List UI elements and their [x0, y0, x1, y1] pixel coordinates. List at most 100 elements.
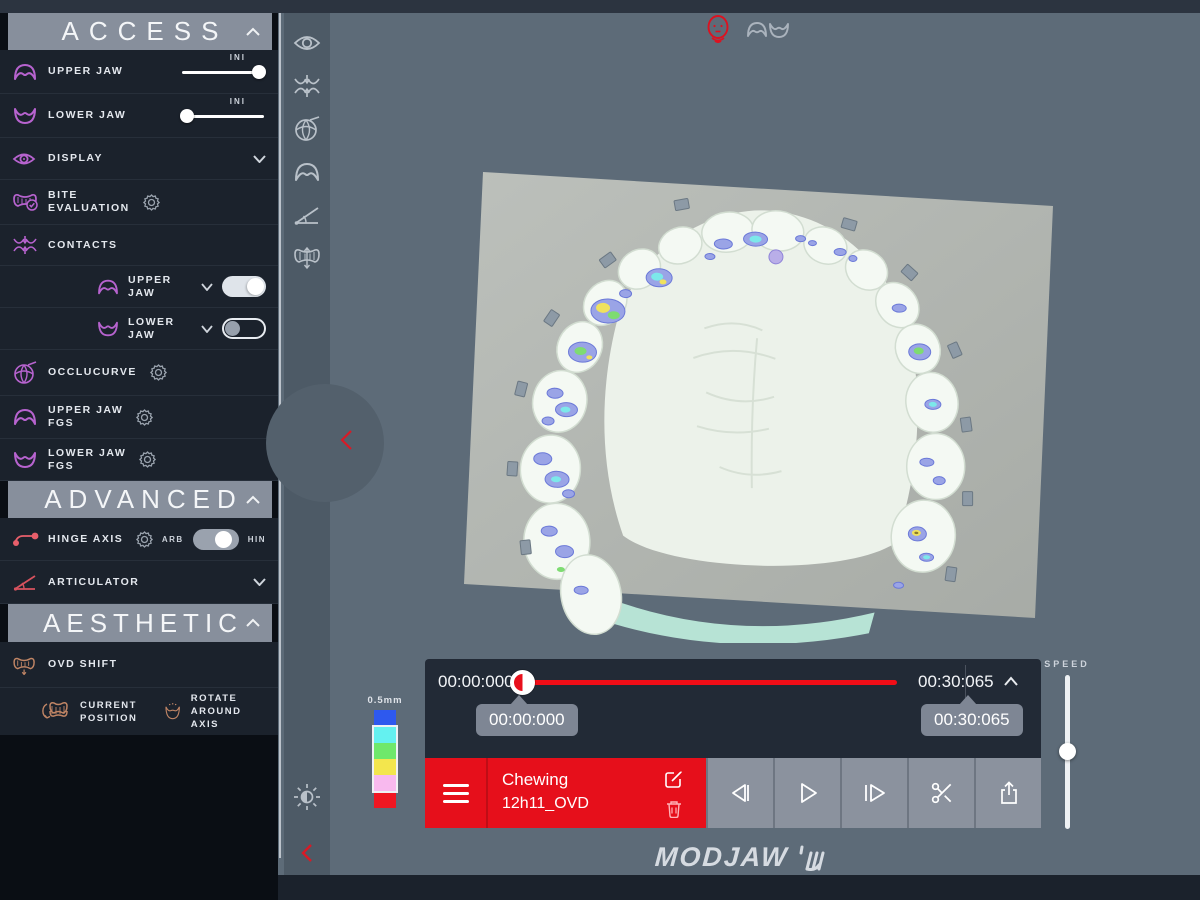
- row-display[interactable]: DISPLAY: [0, 138, 278, 180]
- ovd-jaw-icon: [292, 245, 322, 271]
- row-contacts[interactable]: CONTACTS: [0, 225, 278, 266]
- contacts-upper-toggle[interactable]: [222, 276, 266, 297]
- occlucurve-tool-button[interactable]: [284, 107, 330, 150]
- timeline-track[interactable]: [525, 680, 897, 685]
- hamburger-icon: [443, 784, 469, 787]
- brightness-icon: [292, 782, 322, 812]
- play-button[interactable]: [773, 758, 840, 828]
- chevron-down-icon[interactable]: [253, 155, 266, 163]
- slider-knob[interactable]: [252, 65, 266, 79]
- clip-menu-button[interactable]: [425, 758, 488, 828]
- legend-color-block: [374, 710, 396, 725]
- row-upper-jaw-opacity[interactable]: UPPER JAW INI: [0, 50, 278, 94]
- row-lower-jaw-opacity[interactable]: LOWER JAW INI: [0, 94, 278, 138]
- timeline-playhead[interactable]: [510, 670, 535, 695]
- timeline-end-time: 00:30:065: [918, 672, 994, 692]
- row-contacts-lower[interactable]: LOWER JAW: [0, 308, 278, 350]
- row-ovd-shift[interactable]: OVD SHIFT: [0, 642, 278, 688]
- row-upper-jaw-fgs[interactable]: UPPER JAWFGS: [0, 396, 278, 439]
- contacts-lower-toggle[interactable]: [222, 318, 266, 339]
- articulator-icon: [12, 572, 48, 592]
- contacts-tool-button[interactable]: [284, 64, 330, 107]
- contacts-icon: [12, 234, 48, 256]
- gear-icon[interactable]: [149, 363, 168, 382]
- collapse-sidebar-button[interactable]: [340, 429, 353, 451]
- upper-jaw-icon: [292, 160, 322, 184]
- row-occlucurve[interactable]: OCCLUCURVE: [0, 350, 278, 396]
- chevron-down-icon[interactable]: [201, 325, 213, 333]
- clip-name: Chewing: [502, 770, 642, 790]
- speed-slider-knob[interactable]: [1059, 743, 1076, 760]
- gear-icon[interactable]: [142, 193, 161, 212]
- display-eye-icon: [12, 151, 48, 167]
- slider-ini-tag: INI: [230, 97, 246, 106]
- delete-clip-button[interactable]: [666, 800, 682, 818]
- articulator-tool-button[interactable]: [284, 193, 330, 236]
- occlucurve-icon: [12, 361, 48, 385]
- collapse-toolbar-button[interactable]: [284, 831, 330, 874]
- brightness-button[interactable]: [284, 775, 330, 818]
- toggle-handle: [225, 321, 240, 336]
- step-backward-button[interactable]: [706, 758, 773, 828]
- jaw-pair-icon: [746, 19, 790, 41]
- contacts-icon: [292, 73, 322, 99]
- contacts-upper-label: UPPER JAW: [128, 274, 201, 300]
- hinge-axis-toggle[interactable]: [193, 529, 239, 550]
- jaw-pair-button[interactable]: [746, 19, 790, 41]
- lower-jaw-label: LOWER JAW: [48, 109, 126, 122]
- chevron-up-icon[interactable]: [246, 495, 260, 504]
- lower-jaw-icon: [12, 450, 48, 470]
- export-button[interactable]: [974, 758, 1041, 828]
- chevron-down-icon[interactable]: [253, 578, 266, 586]
- step-forward-icon: [861, 781, 889, 805]
- section-header-aesthetic[interactable]: AESTHETIC: [8, 604, 272, 642]
- rotate-around-axis-button[interactable]: ROTATE AROUNDAXIS: [163, 692, 266, 731]
- hinge-arb-label: ARB: [162, 535, 184, 544]
- slider-knob[interactable]: [180, 109, 194, 123]
- section-header-access[interactable]: ACCESS: [8, 13, 272, 50]
- bottom-strip: [278, 875, 1200, 900]
- start-time-tooltip: 00:00:000: [476, 704, 578, 736]
- current-position-label: CURRENTPOSITION: [80, 699, 137, 725]
- contacts-label: CONTACTS: [48, 239, 118, 252]
- upper-jaw-opacity-slider[interactable]: INI: [182, 61, 264, 83]
- row-contacts-upper[interactable]: UPPER JAW: [0, 266, 278, 308]
- toggle-handle: [247, 278, 264, 295]
- upper-jaw-tool-button[interactable]: [284, 150, 330, 193]
- upper-jaw-icon: [96, 278, 128, 296]
- ovd-shift-icon: [12, 655, 48, 675]
- lower-jaw-opacity-slider[interactable]: INI: [182, 105, 264, 127]
- occlucurve-icon: [292, 115, 322, 143]
- step-forward-button[interactable]: [840, 758, 907, 828]
- chevron-down-icon[interactable]: [201, 283, 213, 291]
- edit-clip-button[interactable]: [664, 769, 684, 789]
- clip-info: Chewing 12h11_OVD: [488, 758, 642, 828]
- row-articulator[interactable]: ARTICULATOR: [0, 561, 278, 604]
- row-bite-evaluation[interactable]: BITEEVALUATION: [0, 180, 278, 225]
- ovd-tool-button[interactable]: [284, 236, 330, 279]
- lower-fgs-label: LOWER JAWFGS: [48, 447, 126, 473]
- row-hinge-axis[interactable]: HINGE AXIS ARB HIN: [0, 518, 278, 561]
- gear-icon[interactable]: [138, 450, 157, 469]
- articulator-icon: [292, 203, 322, 227]
- patient-head-button[interactable]: [704, 15, 732, 45]
- speed-slider-track[interactable]: [1065, 675, 1070, 829]
- hinge-axis-label: HINGE AXIS: [48, 533, 123, 546]
- timeline-collapse-button[interactable]: [1003, 676, 1019, 686]
- gear-icon[interactable]: [135, 530, 154, 549]
- scissors-icon: [929, 780, 955, 806]
- row-lower-jaw-fgs[interactable]: LOWER JAWFGS: [0, 439, 278, 481]
- gear-icon[interactable]: [135, 408, 154, 427]
- speed-label: SPEED: [1042, 659, 1092, 669]
- chevron-up-icon[interactable]: [246, 618, 260, 627]
- clip-actions: [642, 758, 706, 828]
- slider-track[interactable]: [182, 115, 264, 118]
- current-position-button[interactable]: CURRENTPOSITION: [42, 699, 137, 725]
- end-time-tooltip: 00:30:065: [921, 704, 1023, 736]
- section-header-advanced[interactable]: ADVANCED: [8, 481, 272, 518]
- contact-distance-legend: 0.5mm: [362, 695, 408, 808]
- visibility-tool-button[interactable]: [284, 21, 330, 64]
- 3d-viewport-model[interactable]: [450, 148, 1070, 643]
- cut-button[interactable]: [907, 758, 974, 828]
- chevron-up-icon[interactable]: [246, 27, 260, 36]
